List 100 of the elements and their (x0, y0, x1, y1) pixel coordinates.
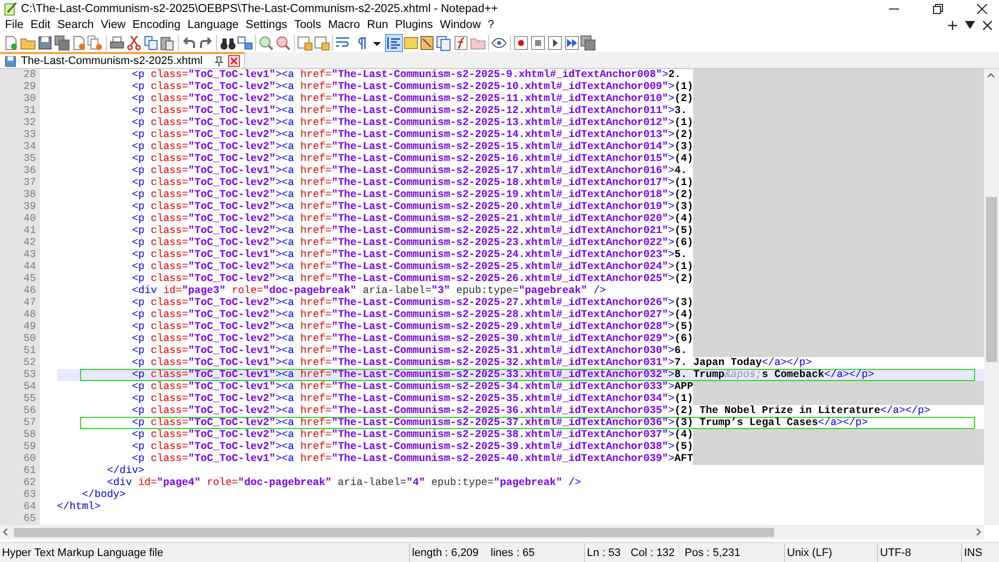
new-file-icon[interactable] (3, 34, 20, 51)
menu-item[interactable]: Tools (293, 19, 328, 32)
sync-scroll-icon[interactable] (296, 34, 313, 51)
string-token: "pagebreak" (494, 477, 562, 490)
text-token: 8. Trump (674, 369, 724, 382)
tag-token: <p (131, 81, 144, 94)
menu-item[interactable]: Search (56, 19, 100, 32)
attribute-token: href= (299, 429, 332, 442)
print-icon[interactable] (109, 34, 126, 51)
pin-icon[interactable] (212, 56, 224, 67)
text-token: 4. (674, 165, 688, 178)
attribute-token: class= (150, 333, 188, 346)
menu-item[interactable]: Run (366, 19, 394, 32)
attribute-token: class= (150, 117, 188, 130)
string-token: "ToC_ToC-lev2" (188, 213, 276, 226)
indent-guide-icon[interactable] (386, 34, 402, 51)
tag-token: </a></p> (818, 417, 868, 430)
close-icon[interactable] (228, 55, 240, 68)
menu-item[interactable]: View (100, 19, 132, 32)
string-token: "pagebreak" (518, 285, 588, 298)
string-token: "The-Last-Communism-s2-2025-23.xhtml#_idTextAnchor022" (332, 237, 668, 250)
string-token: "The-Last-Communism-s2-2025-34.xhtml#_idTextAnchor033" (332, 381, 668, 394)
tag-token: > (668, 297, 675, 310)
zoom-in-icon[interactable] (258, 34, 274, 51)
scroll-thumb[interactable] (14, 528, 774, 537)
menu-item[interactable]: File (4, 19, 30, 32)
tag-token: <p (131, 441, 144, 454)
tag-token: > (668, 201, 675, 214)
tag-token: ><a (275, 225, 294, 238)
record-icon[interactable] (513, 34, 530, 51)
macro-save-icon[interactable] (580, 34, 596, 51)
string-token: "The-Last-Communism-s2-2025-11.xhtml#_idTextAnchor010" (332, 93, 668, 106)
menu-item[interactable]: ? (486, 19, 500, 32)
scroll-up-icon[interactable] (987, 73, 995, 78)
attribute-token: class= (150, 345, 188, 358)
tag-token: > (662, 69, 668, 82)
save-all-icon[interactable] (54, 34, 70, 51)
undo-icon[interactable] (181, 34, 198, 51)
attribute-token: id= (162, 285, 182, 298)
tag-token: ><a (275, 201, 294, 214)
close-icon[interactable] (977, 4, 987, 14)
close-icon[interactable] (983, 20, 992, 30)
menu-item[interactable]: Window (438, 19, 487, 32)
document-map-icon[interactable] (419, 34, 436, 51)
zoom-out-icon[interactable] (275, 34, 292, 51)
attribute-token: href= (299, 153, 332, 166)
menu-item[interactable]: Settings (244, 19, 294, 32)
tag-token: </html> (57, 501, 101, 514)
scroll-left-icon[interactable] (3, 528, 8, 536)
tag-token: > (668, 105, 675, 118)
line-number: 43 (0, 249, 40, 262)
save-icon[interactable] (36, 34, 53, 51)
line-number: 28 (0, 69, 40, 82)
string-token: "ToC_ToC-lev2" (188, 225, 276, 238)
play-icon[interactable] (546, 34, 563, 51)
redo-icon[interactable] (198, 34, 214, 51)
tag-token: > (668, 417, 675, 430)
document-list-icon[interactable] (436, 34, 452, 51)
attribute-token: class= (150, 105, 188, 118)
horizontal-scrollbar[interactable] (0, 525, 984, 540)
stop-icon[interactable] (530, 34, 546, 51)
string-token: "ToC_ToC-lev2" (188, 201, 276, 214)
line-number: 61 (0, 465, 40, 478)
text-token: (4) (674, 153, 694, 166)
restore-icon[interactable] (933, 4, 943, 14)
menu-item[interactable]: Language (186, 19, 245, 32)
copy-icon[interactable] (142, 34, 159, 51)
tag-token: /> (567, 477, 581, 490)
paste-icon[interactable] (159, 34, 176, 51)
menu-item[interactable]: Plugins (394, 19, 439, 32)
menu-item[interactable]: Macro (327, 19, 366, 32)
function-list-icon[interactable] (452, 34, 469, 51)
string-token: "ToC_ToC-lev2" (188, 93, 276, 106)
scroll-thumb[interactable] (986, 197, 997, 362)
close-file-icon[interactable] (70, 34, 87, 51)
attribute-token: class= (150, 309, 188, 322)
cut-icon[interactable] (126, 34, 142, 51)
language-icon[interactable] (402, 34, 419, 51)
file-tab[interactable]: The-Last-Communism-s2-2025.xhtml (0, 52, 245, 68)
replace-icon[interactable] (236, 34, 253, 51)
attribute-token: href= (299, 141, 332, 154)
scroll-right-icon[interactable] (976, 528, 981, 536)
dropdown-icon[interactable] (965, 21, 975, 30)
string-token: "ToC_ToC-lev1" (188, 105, 276, 118)
sync-scroll-icon[interactable] (314, 34, 330, 51)
string-token: "ToC_ToC-lev1" (188, 381, 276, 394)
tag-token: <div (131, 285, 157, 298)
string-token: "page3" (182, 285, 226, 298)
close-all-icon[interactable] (87, 34, 104, 51)
attribute-token: href= (299, 69, 332, 82)
fast-forward-icon[interactable] (564, 34, 580, 51)
tag-token: <p (131, 417, 144, 430)
menu-item[interactable]: Edit (30, 19, 56, 32)
add-icon[interactable] (948, 20, 957, 30)
vertical-scrollbar[interactable] (984, 69, 999, 526)
tag-token: > (668, 225, 675, 238)
string-token: "ToC_ToC-lev2" (188, 117, 276, 130)
attribute-token: href= (299, 117, 332, 130)
menu-item[interactable]: Encoding (132, 19, 186, 32)
tag-token: > (668, 441, 675, 454)
